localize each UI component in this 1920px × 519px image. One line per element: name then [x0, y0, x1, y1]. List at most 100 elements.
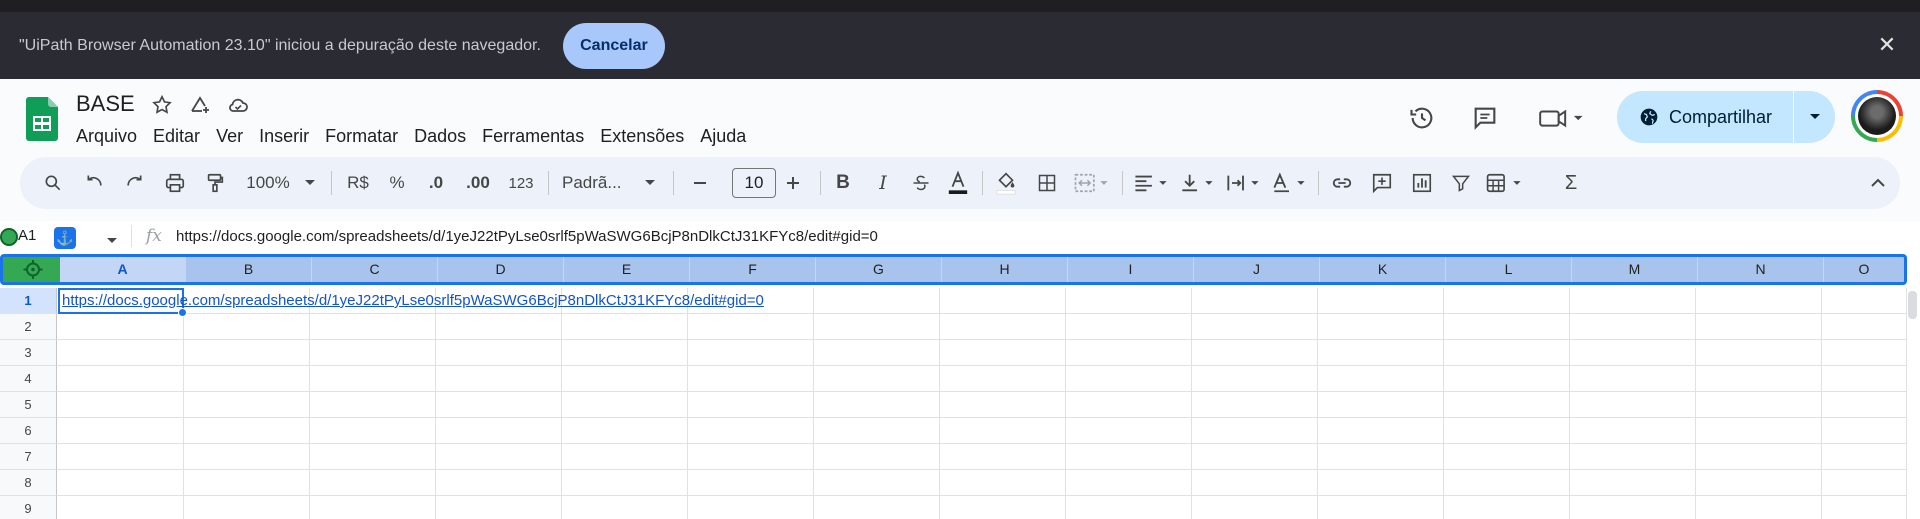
- zoom-chevron-down-icon[interactable]: [302, 168, 318, 198]
- merge-cells-icon[interactable]: [1070, 168, 1114, 198]
- comments-icon[interactable]: [1470, 103, 1500, 133]
- menu-ajuda[interactable]: Ajuda: [692, 122, 754, 151]
- functions-icon[interactable]: Σ: [1556, 168, 1586, 198]
- search-menus-icon[interactable]: [38, 168, 68, 198]
- column-header-n[interactable]: N: [1698, 257, 1824, 282]
- column-header-j[interactable]: J: [1194, 257, 1320, 282]
- menu-editar[interactable]: Editar: [145, 122, 208, 151]
- row-header-8[interactable]: 8: [0, 470, 57, 496]
- insert-link-icon[interactable]: [1326, 168, 1358, 198]
- vertical-align-icon[interactable]: [1176, 168, 1218, 198]
- row-header-2[interactable]: 2: [0, 314, 57, 340]
- print-icon[interactable]: [160, 168, 190, 198]
- share-dropdown-icon[interactable]: [1794, 91, 1835, 143]
- percent-format-button[interactable]: %: [384, 168, 410, 198]
- version-history-icon[interactable]: [1407, 103, 1437, 133]
- name-box[interactable]: A1: [18, 227, 36, 244]
- toolbar-divider: [331, 171, 332, 195]
- column-header-e[interactable]: E: [564, 257, 690, 282]
- italic-icon[interactable]: I: [868, 168, 898, 198]
- increase-font-size-icon[interactable]: [778, 168, 808, 198]
- borders-icon[interactable]: [1032, 168, 1062, 198]
- column-header-b[interactable]: B: [186, 257, 312, 282]
- row-header-1[interactable]: 1: [0, 288, 57, 314]
- grid-column-line: [1317, 288, 1318, 519]
- text-wrapping-icon[interactable]: [1222, 168, 1264, 198]
- strikethrough-icon[interactable]: [906, 168, 936, 198]
- column-header-l[interactable]: L: [1446, 257, 1572, 282]
- fill-color-icon[interactable]: [990, 168, 1022, 198]
- grid-column-line: [1191, 288, 1192, 519]
- globe-icon: [1640, 108, 1658, 126]
- menu-inserir[interactable]: Inserir: [251, 122, 317, 151]
- name-box-chevron-down-icon[interactable]: [106, 232, 118, 250]
- row-header-4[interactable]: 4: [0, 366, 57, 392]
- uipath-anchor-icon[interactable]: ⚓: [54, 227, 76, 249]
- font-chevron-down-icon[interactable]: [642, 168, 658, 198]
- cell-a1-link[interactable]: https://docs.google.com/spreadsheets/d/1…: [62, 292, 764, 309]
- document-title[interactable]: BASE: [76, 91, 135, 117]
- decrease-font-size-icon[interactable]: [686, 168, 714, 198]
- column-header-g[interactable]: G: [816, 257, 942, 282]
- row-header-9[interactable]: 9: [0, 496, 57, 519]
- grid-row-line: [57, 469, 1907, 470]
- menu-formatar[interactable]: Formatar: [317, 122, 406, 151]
- column-header-h[interactable]: H: [942, 257, 1068, 282]
- uipath-target-icon[interactable]: [0, 228, 18, 246]
- currency-format-button[interactable]: R$: [342, 168, 374, 198]
- row-header-7[interactable]: 7: [0, 444, 57, 470]
- move-to-folder-icon[interactable]: [188, 93, 212, 117]
- share-button[interactable]: Compartilhar: [1617, 91, 1793, 143]
- menu-arquivo[interactable]: Arquivo: [68, 122, 145, 151]
- toolbar-divider: [1122, 171, 1123, 195]
- menu-ver[interactable]: Ver: [208, 122, 251, 151]
- sheets-header: BASE Arquivo Editar Ver Inserir Formatar…: [0, 79, 1920, 157]
- redo-icon[interactable]: [119, 168, 149, 198]
- column-header-d[interactable]: D: [438, 257, 564, 282]
- text-rotation-icon[interactable]: [1268, 168, 1310, 198]
- toolbar-divider: [820, 171, 821, 195]
- column-header-k[interactable]: K: [1320, 257, 1446, 282]
- formula-input[interactable]: https://docs.google.com/spreadsheets/d/1…: [176, 228, 878, 245]
- column-header-a[interactable]: A: [60, 257, 186, 282]
- column-header-o[interactable]: O: [1824, 257, 1904, 282]
- meet-camera-icon[interactable]: [1536, 103, 1590, 133]
- font-size-input[interactable]: 10: [732, 168, 776, 198]
- collapse-chevron-up-icon[interactable]: [1863, 168, 1893, 198]
- sheets-logo-icon[interactable]: [26, 97, 58, 141]
- text-color-icon[interactable]: [942, 168, 974, 198]
- star-icon[interactable]: [150, 93, 174, 117]
- column-header-c[interactable]: C: [312, 257, 438, 282]
- insert-comment-icon[interactable]: [1366, 168, 1398, 198]
- horizontal-align-icon[interactable]: [1130, 168, 1172, 198]
- undo-icon[interactable]: [80, 168, 110, 198]
- row-header-3[interactable]: 3: [0, 340, 57, 366]
- bold-icon[interactable]: B: [828, 168, 858, 198]
- select-all-corner[interactable]: [3, 257, 60, 282]
- table-view-icon[interactable]: [1482, 168, 1528, 198]
- decrease-decimal-button[interactable]: .0: [420, 168, 452, 198]
- increase-decimal-button[interactable]: .00: [460, 168, 496, 198]
- insert-chart-icon[interactable]: [1406, 168, 1438, 198]
- menu-ferramentas[interactable]: Ferramentas: [474, 122, 592, 151]
- column-header-i[interactable]: I: [1068, 257, 1194, 282]
- filter-icon[interactable]: [1446, 168, 1476, 198]
- cloud-status-icon[interactable]: [226, 93, 250, 117]
- fill-handle[interactable]: [178, 308, 187, 317]
- row-header-6[interactable]: 6: [0, 418, 57, 444]
- menu-extensoes[interactable]: Extensões: [592, 122, 692, 151]
- paint-format-icon[interactable]: [200, 168, 230, 198]
- more-formats-button[interactable]: 123: [504, 168, 538, 198]
- cancel-debug-button[interactable]: Cancelar: [562, 22, 665, 69]
- column-header-f[interactable]: F: [690, 257, 816, 282]
- avatar[interactable]: [1851, 90, 1903, 142]
- menu-dados[interactable]: Dados: [406, 122, 474, 151]
- font-select[interactable]: Padrã...: [560, 168, 650, 198]
- row-header-5[interactable]: 5: [0, 392, 57, 418]
- column-header-m[interactable]: M: [1572, 257, 1698, 282]
- spreadsheet-grid: A B C D E F G H I J K L M N O 1 2 3 4 5 …: [0, 251, 1920, 519]
- zoom-select[interactable]: 100%: [240, 168, 296, 198]
- vertical-scrollbar[interactable]: [1908, 291, 1917, 319]
- close-icon[interactable]: ✕: [1876, 34, 1898, 56]
- debug-infobar: "UiPath Browser Automation 23.10" inicio…: [0, 12, 1920, 79]
